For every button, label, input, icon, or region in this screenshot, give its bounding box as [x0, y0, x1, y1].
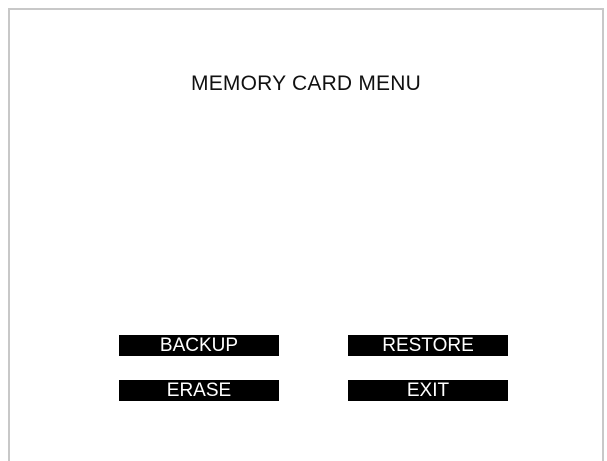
memory-card-menu-panel: MEMORY CARD MENU BACKUP RESTORE ERASE EX… [8, 8, 604, 461]
erase-button[interactable]: ERASE [119, 380, 279, 401]
screen-title: MEMORY CARD MENU [191, 72, 421, 95]
exit-button[interactable]: EXIT [348, 380, 508, 401]
restore-button[interactable]: RESTORE [348, 335, 508, 356]
backup-button[interactable]: BACKUP [119, 335, 279, 356]
